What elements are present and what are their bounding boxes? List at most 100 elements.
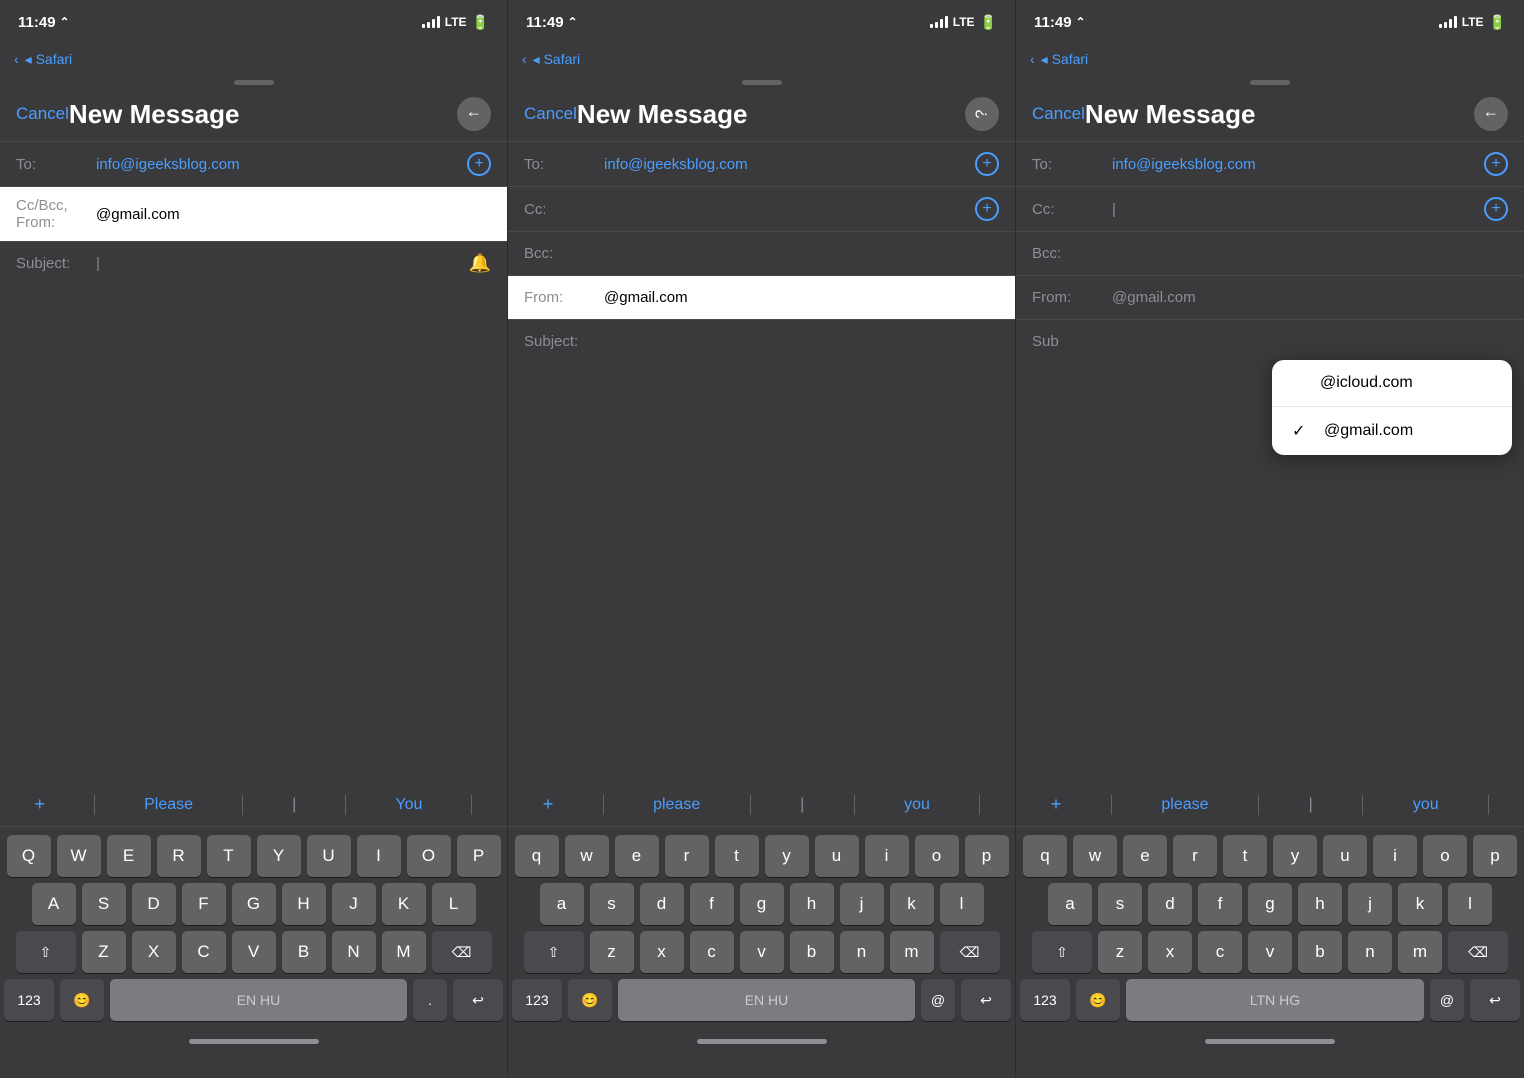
- key-V-1[interactable]: V: [232, 931, 276, 973]
- dropdown-icloud-item[interactable]: @icloud.com: [1272, 360, 1512, 407]
- key-c-2[interactable]: c: [690, 931, 734, 973]
- key-p-3[interactable]: p: [1473, 835, 1517, 877]
- key-shift-3[interactable]: ⇧: [1032, 931, 1092, 973]
- key-f-2[interactable]: f: [690, 883, 734, 925]
- cc-add-button-2[interactable]: +: [975, 197, 999, 221]
- key-123-1[interactable]: 123: [4, 979, 54, 1021]
- to-field-1[interactable]: To: info@igeeksblog.com +: [0, 141, 507, 186]
- plus-icon-3[interactable]: +: [1051, 794, 1062, 815]
- key-D-1[interactable]: D: [132, 883, 176, 925]
- key-B-1[interactable]: B: [282, 931, 326, 973]
- key-q-3[interactable]: q: [1023, 835, 1067, 877]
- body-area-1[interactable]: [0, 434, 507, 783]
- key-o-2[interactable]: o: [915, 835, 959, 877]
- key-S-1[interactable]: S: [82, 883, 126, 925]
- autocomplete-please-2[interactable]: please: [653, 796, 700, 814]
- key-b-3[interactable]: b: [1298, 931, 1342, 973]
- key-x-3[interactable]: x: [1148, 931, 1192, 973]
- key-space-3[interactable]: LTN HG: [1126, 979, 1424, 1021]
- key-p-2[interactable]: p: [965, 835, 1009, 877]
- cc-field-2[interactable]: Cc: +: [508, 186, 1015, 231]
- to-add-button-2[interactable]: +: [975, 152, 999, 176]
- key-M-1[interactable]: M: [382, 931, 426, 973]
- key-T-1[interactable]: T: [207, 835, 251, 877]
- key-t-2[interactable]: t: [715, 835, 759, 877]
- from-field-2[interactable]: From: @gmail.com: [508, 275, 1015, 319]
- autocomplete-please-1[interactable]: Please: [144, 796, 193, 814]
- key-m-2[interactable]: m: [890, 931, 934, 973]
- key-delete-2[interactable]: ⌫: [940, 931, 1000, 973]
- plus-icon-1[interactable]: +: [35, 794, 46, 815]
- key-Y-1[interactable]: Y: [257, 835, 301, 877]
- to-add-button-1[interactable]: +: [467, 152, 491, 176]
- cc-add-button-3[interactable]: +: [1484, 197, 1508, 221]
- key-G-1[interactable]: G: [232, 883, 276, 925]
- key-s-3[interactable]: s: [1098, 883, 1142, 925]
- key-at-2[interactable]: @: [921, 979, 955, 1021]
- dropdown-gmail-item[interactable]: ✓ @gmail.com: [1272, 407, 1512, 455]
- key-X-1[interactable]: X: [132, 931, 176, 973]
- key-shift-1[interactable]: ⇧: [16, 931, 76, 973]
- key-delete-1[interactable]: ⌫: [432, 931, 492, 973]
- key-j-2[interactable]: j: [840, 883, 884, 925]
- key-W-1[interactable]: W: [57, 835, 101, 877]
- subject-field-3[interactable]: Sub: [1016, 319, 1524, 363]
- key-emoji-3[interactable]: 😊: [1076, 979, 1120, 1021]
- key-shift-2[interactable]: ⇧: [524, 931, 584, 973]
- key-j-3[interactable]: j: [1348, 883, 1392, 925]
- key-delete-3[interactable]: ⌫: [1448, 931, 1508, 973]
- key-g-3[interactable]: g: [1248, 883, 1292, 925]
- key-space-2[interactable]: EN HU: [618, 979, 915, 1021]
- key-z-2[interactable]: z: [590, 931, 634, 973]
- key-w-3[interactable]: w: [1073, 835, 1117, 877]
- key-return-3[interactable]: ↩: [1470, 979, 1520, 1021]
- safari-back-3[interactable]: ‹ ◂ Safari: [1030, 51, 1088, 68]
- key-Z-1[interactable]: Z: [82, 931, 126, 973]
- ccbcc-field-1[interactable]: Cc/Bcc, From: @gmail.com: [0, 186, 507, 241]
- key-N-1[interactable]: N: [332, 931, 376, 973]
- to-field-2[interactable]: To: info@igeeksblog.com +: [508, 141, 1015, 186]
- safari-back-1[interactable]: ‹ ◂ Safari: [14, 51, 72, 68]
- key-m-3[interactable]: m: [1398, 931, 1442, 973]
- body-area-2[interactable]: [508, 434, 1015, 783]
- key-c-3[interactable]: c: [1198, 931, 1242, 973]
- key-O-1[interactable]: O: [407, 835, 451, 877]
- key-q-2[interactable]: q: [515, 835, 559, 877]
- cancel-button-3[interactable]: Cancel: [1032, 104, 1085, 124]
- key-a-3[interactable]: a: [1048, 883, 1092, 925]
- key-z-3[interactable]: z: [1098, 931, 1142, 973]
- autocomplete-you-3[interactable]: you: [1413, 796, 1439, 814]
- key-return-2[interactable]: ↩: [961, 979, 1011, 1021]
- key-U-1[interactable]: U: [307, 835, 351, 877]
- key-123-3[interactable]: 123: [1020, 979, 1070, 1021]
- key-R-1[interactable]: R: [157, 835, 201, 877]
- key-Q-1[interactable]: Q: [7, 835, 51, 877]
- bcc-field-2[interactable]: Bcc:: [508, 231, 1015, 275]
- bcc-field-3[interactable]: Bcc:: [1016, 231, 1524, 275]
- key-space-1[interactable]: EN HU: [110, 979, 407, 1021]
- key-123-2[interactable]: 123: [512, 979, 562, 1021]
- autocomplete-you-2[interactable]: you: [904, 796, 930, 814]
- body-area-3[interactable]: [1016, 434, 1524, 783]
- autocomplete-please-3[interactable]: please: [1161, 796, 1208, 814]
- key-H-1[interactable]: H: [282, 883, 326, 925]
- key-A-1[interactable]: A: [32, 883, 76, 925]
- key-r-3[interactable]: r: [1173, 835, 1217, 877]
- subject-field-1[interactable]: Subject: | 🔔: [0, 241, 507, 285]
- send-button-1[interactable]: ↑: [457, 97, 491, 131]
- key-b-2[interactable]: b: [790, 931, 834, 973]
- from-field-3[interactable]: From: @gmail.com: [1016, 275, 1524, 319]
- key-g-2[interactable]: g: [740, 883, 784, 925]
- key-k-3[interactable]: k: [1398, 883, 1442, 925]
- key-n-3[interactable]: n: [1348, 931, 1392, 973]
- cc-field-3[interactable]: Cc: | +: [1016, 186, 1524, 231]
- key-emoji-2[interactable]: 😊: [568, 979, 612, 1021]
- key-F-1[interactable]: F: [182, 883, 226, 925]
- key-P-1[interactable]: P: [457, 835, 501, 877]
- key-k-2[interactable]: k: [890, 883, 934, 925]
- key-s-2[interactable]: s: [590, 883, 634, 925]
- send-button-3[interactable]: ↑: [1474, 97, 1508, 131]
- key-x-2[interactable]: x: [640, 931, 684, 973]
- key-h-3[interactable]: h: [1298, 883, 1342, 925]
- plus-icon-2[interactable]: +: [543, 794, 554, 815]
